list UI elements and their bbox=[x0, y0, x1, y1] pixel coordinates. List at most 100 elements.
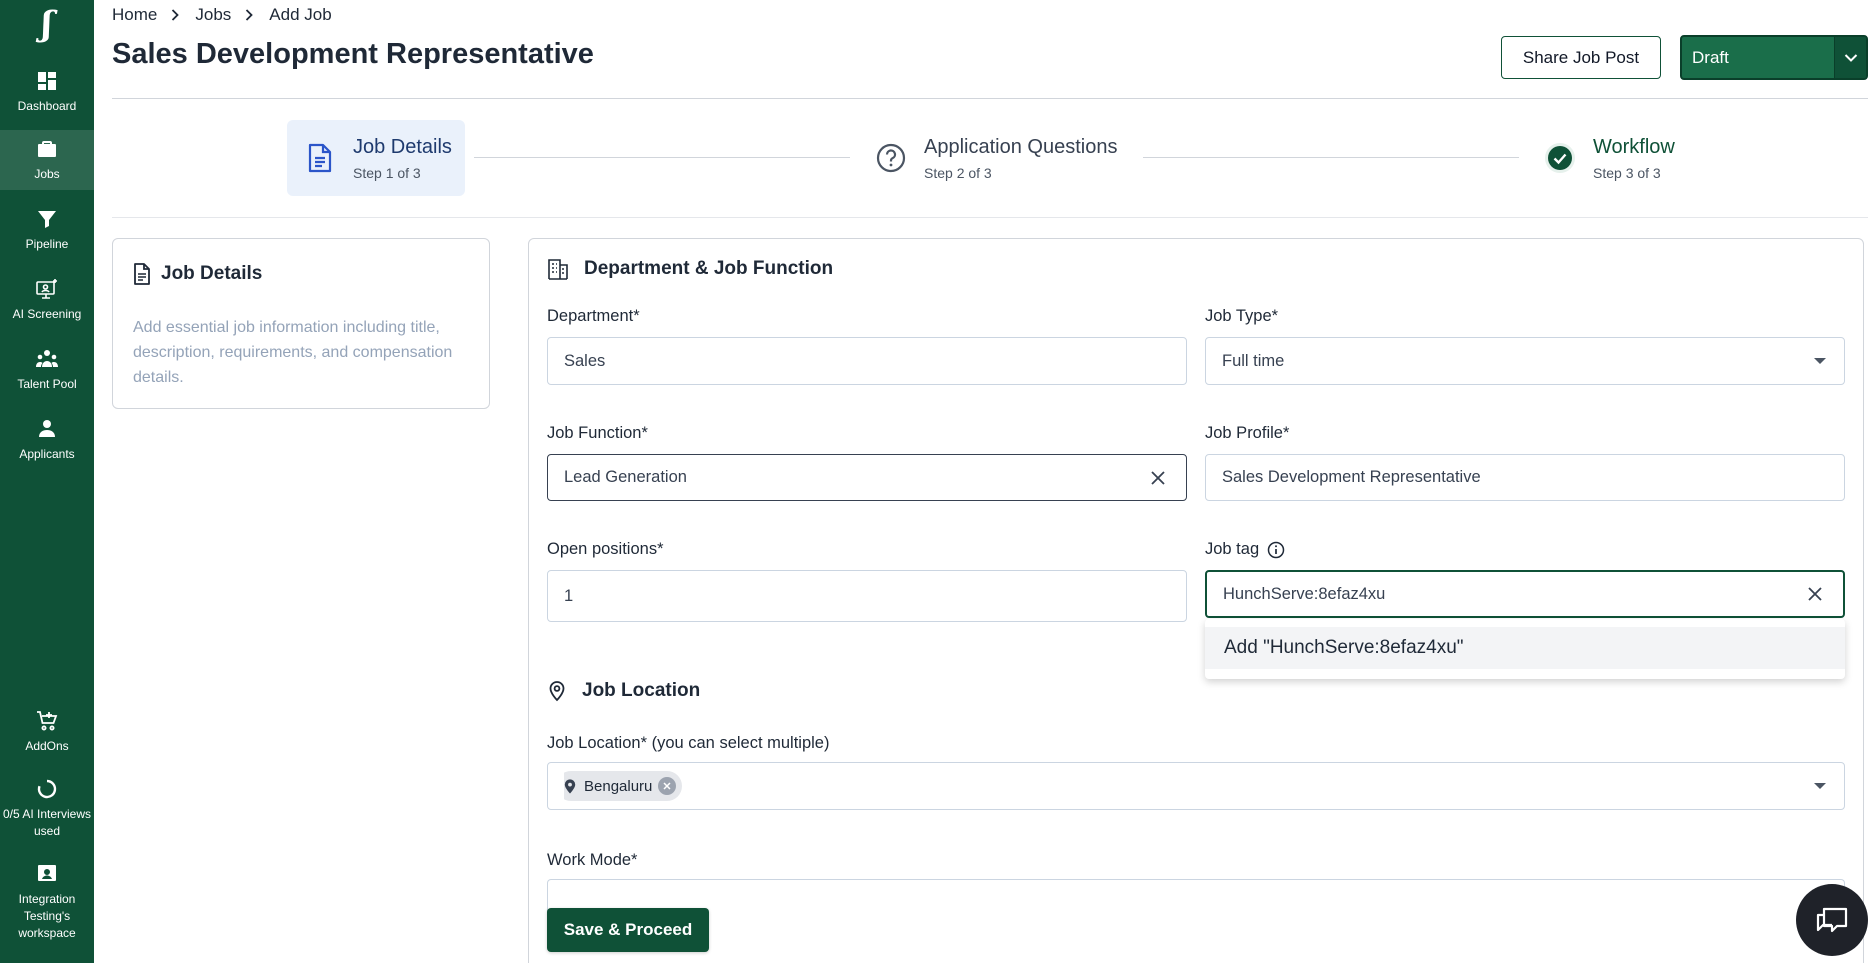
divider bbox=[112, 217, 1868, 218]
filter-icon bbox=[38, 211, 56, 228]
check-circle-icon bbox=[1543, 141, 1577, 175]
job-tag-label-text: Job tag bbox=[1205, 540, 1260, 558]
chevron-right-icon bbox=[171, 8, 181, 22]
breadcrumb-jobs[interactable]: Jobs bbox=[195, 5, 231, 25]
step-subtitle: Step 2 of 3 bbox=[924, 164, 992, 181]
sidebar-item-label: 0/5 AI Interviews used bbox=[2, 806, 92, 838]
add-tag-option[interactable]: Add "HunchServe:8efaz4xu" bbox=[1205, 627, 1845, 669]
job-profile-value: Sales Development Representative bbox=[1222, 468, 1481, 486]
step-title: Job Details bbox=[353, 135, 452, 158]
progress-ring-icon bbox=[37, 779, 57, 798]
work-mode-select[interactable] bbox=[547, 879, 1845, 919]
location-chip[interactable]: Bengaluru bbox=[564, 771, 683, 801]
sidebar-item-ai-interviews[interactable]: 0/5 AI Interviews used bbox=[0, 772, 94, 844]
chevron-down-icon[interactable] bbox=[1834, 37, 1866, 78]
work-mode-label: Work Mode* bbox=[547, 851, 638, 869]
sidebar-item-pipeline[interactable]: Pipeline bbox=[0, 200, 94, 260]
status-dropdown-button[interactable]: Draft bbox=[1680, 35, 1868, 80]
breadcrumb-home[interactable]: Home bbox=[112, 5, 157, 25]
job-function-label: Job Function* bbox=[547, 424, 648, 442]
job-type-value: Full time bbox=[1222, 351, 1285, 370]
step-subtitle: Step 3 of 3 bbox=[1593, 164, 1661, 181]
step-application-questions[interactable]: Application Questions Step 2 of 3 bbox=[874, 120, 1117, 196]
status-label: Draft bbox=[1692, 47, 1729, 67]
sidebar-item-applicants[interactable]: Applicants bbox=[0, 410, 94, 470]
breadcrumb: Home Jobs Add Job bbox=[112, 5, 332, 25]
info-card-description: Add essential job information including … bbox=[133, 319, 453, 386]
sidebar-item-jobs[interactable]: Jobs bbox=[0, 130, 94, 190]
sidebar-item-label: AddOns bbox=[25, 739, 69, 753]
divider bbox=[112, 98, 1868, 99]
sidebar-item-label: Jobs bbox=[34, 167, 60, 181]
close-circle-icon[interactable] bbox=[658, 777, 677, 795]
question-icon bbox=[874, 141, 908, 175]
location-pin-icon bbox=[549, 681, 565, 702]
job-type-label: Job Type* bbox=[1205, 307, 1279, 325]
sidebar: ʃ Dashboard Jobs Pipeline AI Screening T… bbox=[0, 0, 94, 963]
step-title: Application Questions bbox=[924, 135, 1118, 158]
briefcase-icon bbox=[38, 141, 56, 157]
open-positions-input[interactable]: 1 bbox=[547, 570, 1187, 622]
sidebar-item-ai-screening[interactable]: AI Screening bbox=[0, 270, 94, 330]
ai-screening-icon bbox=[36, 279, 57, 299]
sidebar-item-workspace[interactable]: Integration Testing's workspace bbox=[0, 860, 94, 944]
info-card-title: Job Details bbox=[161, 263, 263, 284]
sidebar-item-label: Talent Pool bbox=[17, 377, 77, 391]
people-icon bbox=[36, 350, 58, 367]
sidebar-item-label: Integration Testing's workspace bbox=[18, 892, 76, 940]
save-proceed-button[interactable]: Save & Proceed bbox=[547, 908, 709, 952]
app-root: ʃ Dashboard Jobs Pipeline AI Screening T… bbox=[0, 0, 1874, 963]
department-input[interactable]: Sales bbox=[547, 337, 1187, 385]
info-icon[interactable] bbox=[1267, 541, 1285, 559]
open-positions-value: 1 bbox=[564, 586, 574, 605]
job-type-select[interactable]: Full time bbox=[1205, 337, 1845, 385]
caret-down-icon[interactable] bbox=[1814, 358, 1826, 364]
page-title: Sales Development Representative bbox=[112, 38, 594, 70]
chevron-right-icon bbox=[245, 8, 255, 22]
building-icon bbox=[548, 259, 568, 280]
job-tag-label: Job tag bbox=[1205, 540, 1285, 559]
location-pin-icon bbox=[564, 778, 576, 793]
person-icon bbox=[39, 420, 55, 437]
sidebar-item-dashboard[interactable]: Dashboard bbox=[0, 60, 94, 124]
caret-down-icon[interactable] bbox=[1814, 783, 1826, 789]
department-value: Sales bbox=[564, 351, 606, 370]
job-function-input[interactable]: Lead Generation bbox=[547, 454, 1187, 501]
job-details-info-card: Job Details Add essential job informatio… bbox=[112, 238, 490, 409]
step-connector bbox=[474, 157, 850, 158]
sidebar-item-label: AI Screening bbox=[12, 307, 82, 321]
job-location-label: Job Location* (you can select multiple) bbox=[547, 734, 830, 752]
close-icon[interactable] bbox=[1803, 582, 1827, 606]
job-location-values: Bengaluru bbox=[564, 771, 1814, 801]
job-tag-value: HunchServe:8efaz4xu bbox=[1223, 584, 1386, 603]
section-title: Department & Job Function bbox=[584, 258, 834, 279]
job-location-select[interactable]: Bengaluru bbox=[547, 762, 1845, 810]
job-function-value: Lead Generation bbox=[564, 468, 687, 486]
job-profile-input[interactable]: Sales Development Representative bbox=[1205, 454, 1845, 501]
dashboard-icon bbox=[38, 72, 56, 90]
step-job-details[interactable]: Job Details Step 1 of 3 bbox=[287, 120, 465, 196]
sidebar-item-label: Dashboard bbox=[17, 99, 77, 113]
share-job-post-button[interactable]: Share Job Post bbox=[1501, 36, 1661, 79]
brand-logo[interactable]: ʃ bbox=[0, 4, 94, 44]
job-profile-label: Job Profile* bbox=[1205, 424, 1290, 442]
document-icon bbox=[134, 263, 150, 285]
step-title: Workflow bbox=[1593, 135, 1675, 158]
chat-button[interactable] bbox=[1796, 884, 1868, 956]
department-label: Department* bbox=[547, 307, 640, 325]
open-positions-label: Open positions* bbox=[547, 540, 664, 558]
info-card-header: Job Details bbox=[133, 263, 262, 285]
step-connector bbox=[1143, 157, 1519, 158]
step-workflow[interactable]: Workflow Step 3 of 3 bbox=[1543, 120, 1675, 196]
location-chip-label: Bengaluru bbox=[584, 777, 653, 795]
job-tag-input[interactable]: HunchServe:8efaz4xu bbox=[1205, 570, 1845, 618]
workspace-icon bbox=[38, 865, 56, 881]
cart-plus-icon bbox=[37, 711, 58, 731]
sidebar-item-addons[interactable]: AddOns bbox=[0, 702, 94, 762]
section-title: Job Location bbox=[582, 680, 701, 701]
close-icon[interactable] bbox=[1146, 466, 1170, 490]
job-tag-dropdown: Add "HunchServe:8efaz4xu" bbox=[1205, 619, 1845, 679]
breadcrumb-add-job: Add Job bbox=[269, 5, 332, 24]
sidebar-item-label: Pipeline bbox=[25, 237, 69, 251]
sidebar-item-talent-pool[interactable]: Talent Pool bbox=[0, 340, 94, 400]
